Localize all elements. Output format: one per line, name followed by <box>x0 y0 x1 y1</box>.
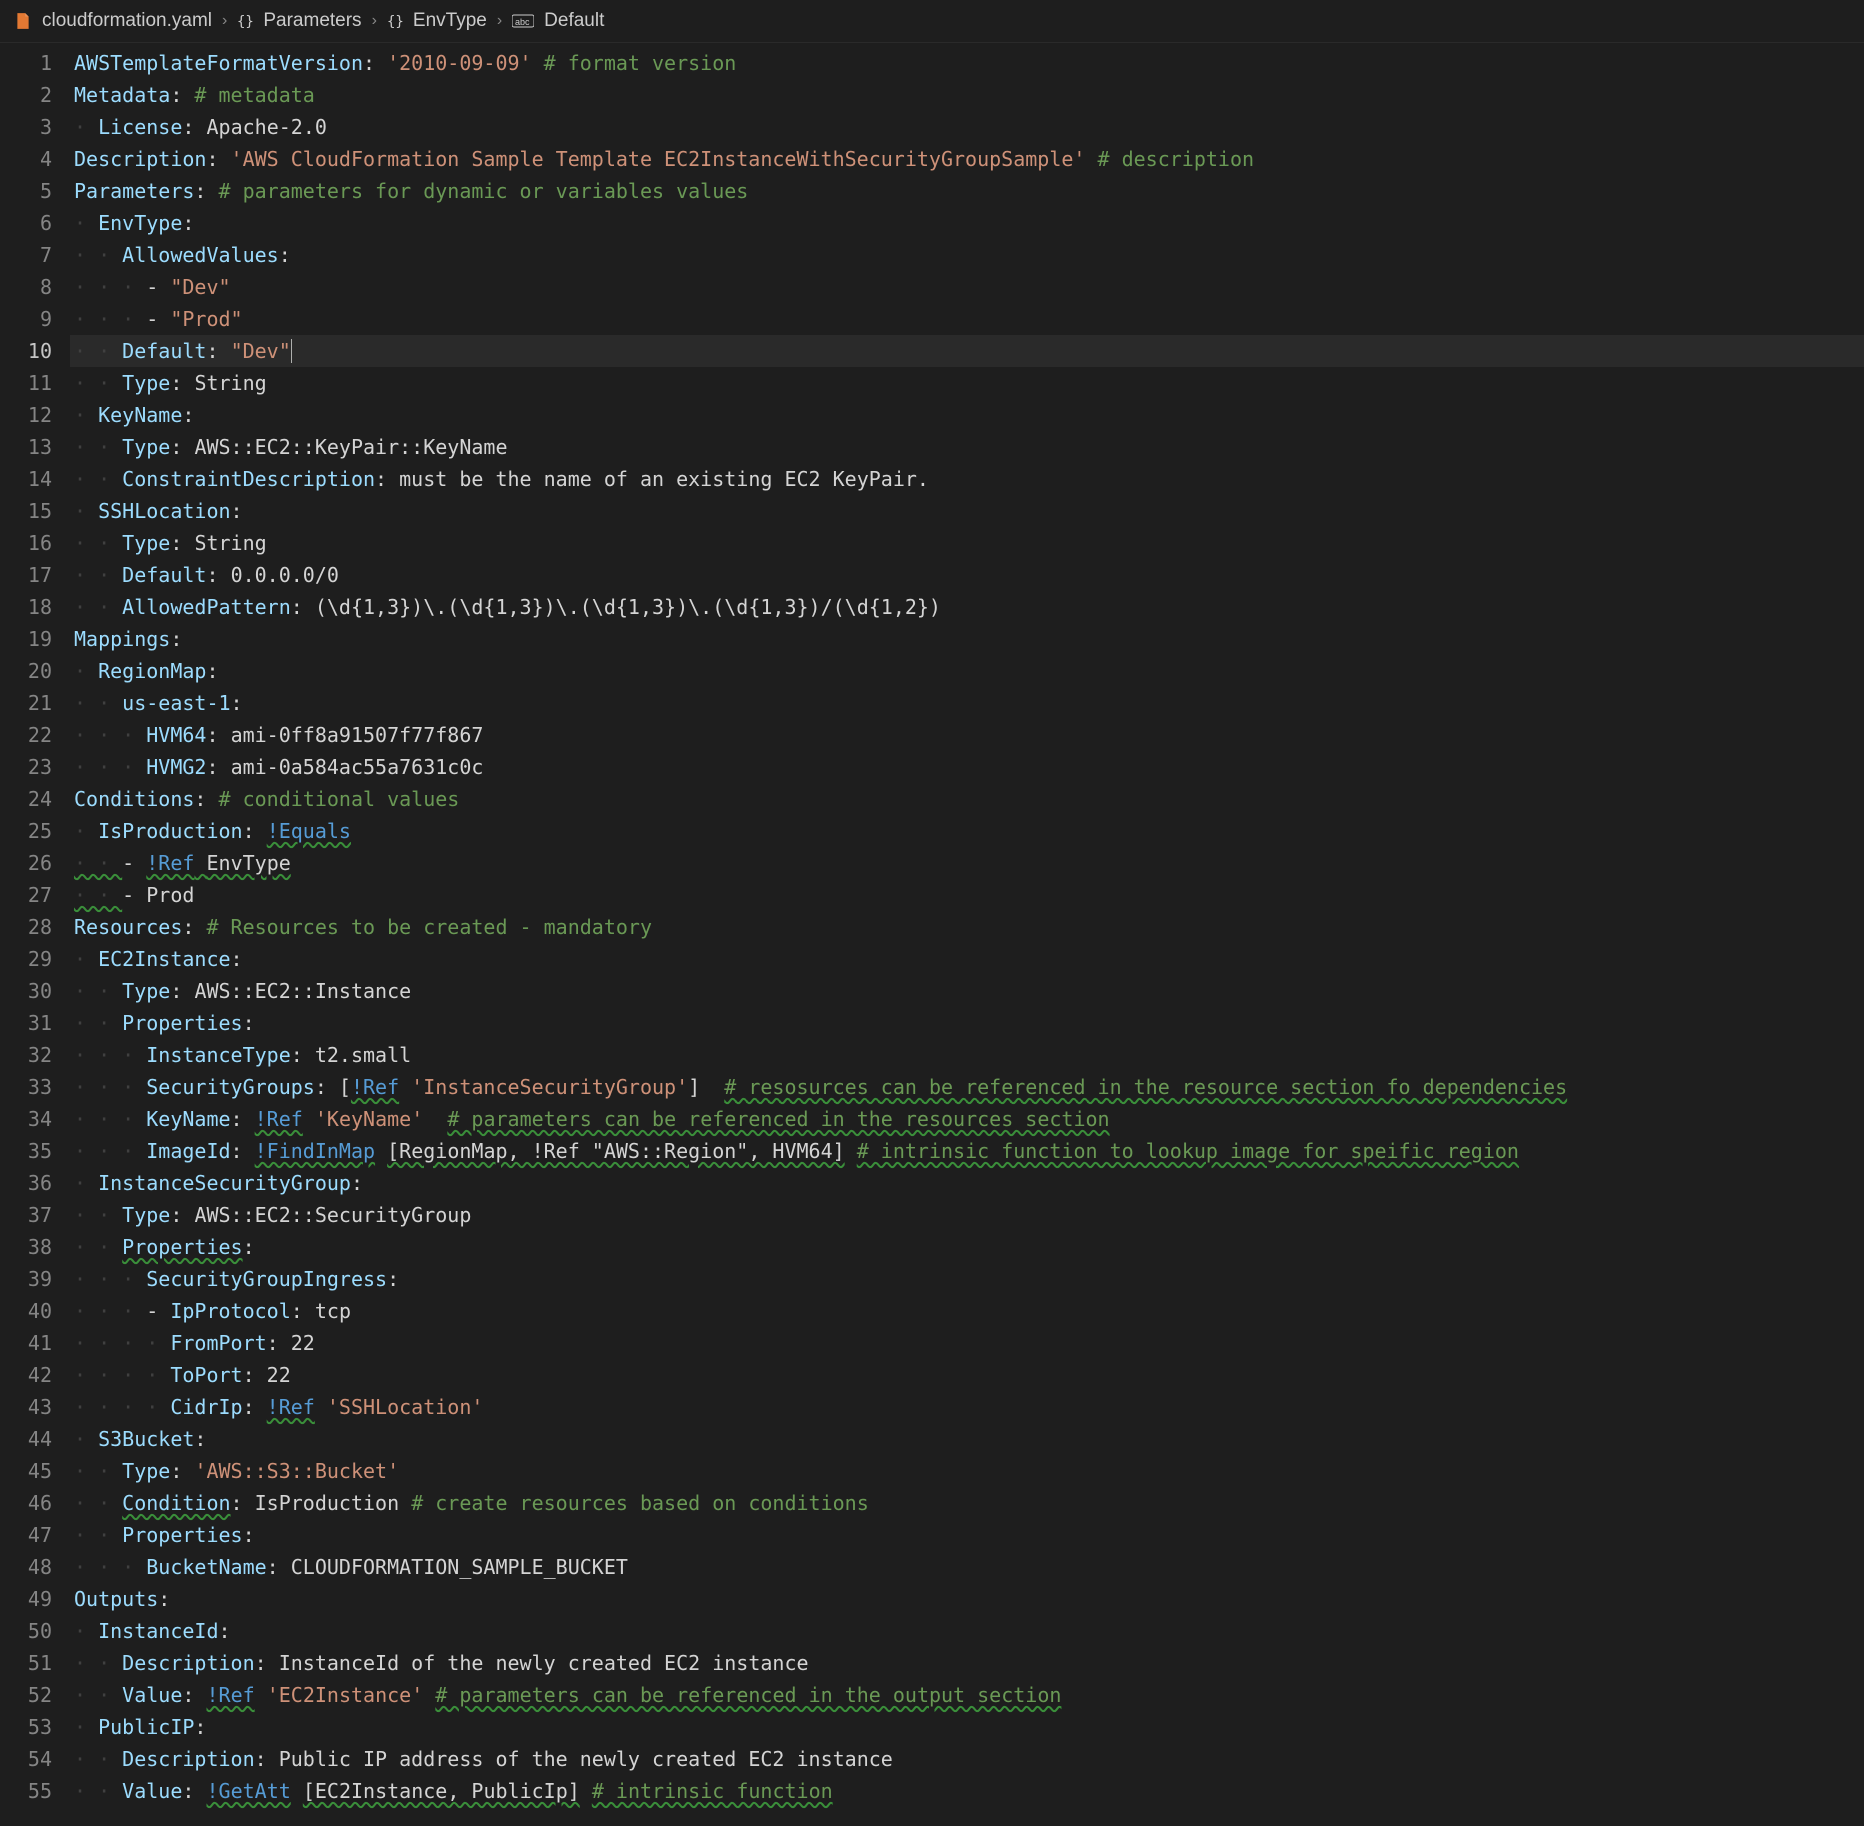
code-line: · · · ImageId: !FindInMap [RegionMap, !R… <box>70 1135 1864 1167</box>
svg-text:abc: abc <box>515 17 530 27</box>
code-line: · · Description: Public IP address of th… <box>70 1743 1864 1775</box>
breadcrumb: cloudformation.yaml › {} Parameters › {}… <box>0 0 1864 43</box>
code-line: · · Type: AWS::EC2::SecurityGroup <box>70 1199 1864 1231</box>
code-line: · · · - IpProtocol: tcp <box>70 1295 1864 1327</box>
code-line: Mappings: <box>70 623 1864 655</box>
code-line: · · · - "Dev" <box>70 271 1864 303</box>
code-line: · PublicIP: <box>70 1711 1864 1743</box>
code-line: · · Type: 'AWS::S3::Bucket' <box>70 1455 1864 1487</box>
code-line: · · · - "Prod" <box>70 303 1864 335</box>
code-line: Metadata: # metadata <box>70 79 1864 111</box>
code-line: · · · · CidrIp: !Ref 'SSHLocation' <box>70 1391 1864 1423</box>
code-line: · · Properties: <box>70 1007 1864 1039</box>
code-line: · · ConstraintDescription: must be the n… <box>70 463 1864 495</box>
code-line: Outputs: <box>70 1583 1864 1615</box>
code-line: · · Properties: <box>70 1231 1864 1263</box>
code-line: · · - !Ref EnvType <box>70 847 1864 879</box>
code-line: · · Type: String <box>70 527 1864 559</box>
braces-icon: {} <box>237 13 253 29</box>
code-line: · · Description: InstanceId of the newly… <box>70 1647 1864 1679</box>
code-line: · EnvType: <box>70 207 1864 239</box>
code-line: · · Type: String <box>70 367 1864 399</box>
code-line: · · · BucketName: CLOUDFORMATION_SAMPLE_… <box>70 1551 1864 1583</box>
code-line: · · · HVM64: ami-0ff8a91507f77f867 <box>70 719 1864 751</box>
code-line: · · AllowedValues: <box>70 239 1864 271</box>
code-line: · · Properties: <box>70 1519 1864 1551</box>
breadcrumb-file[interactable]: cloudformation.yaml <box>42 6 212 36</box>
code-line: · KeyName: <box>70 399 1864 431</box>
code-line: · · · SecurityGroupIngress: <box>70 1263 1864 1295</box>
breadcrumb-envtype[interactable]: EnvType <box>413 6 487 36</box>
code-line: · · · HVMG2: ami-0a584ac55a7631c0c <box>70 751 1864 783</box>
braces-icon: {} <box>387 13 403 29</box>
breadcrumb-default[interactable]: Default <box>544 6 604 36</box>
code-line: · · Type: AWS::EC2::KeyPair::KeyName <box>70 431 1864 463</box>
chevron-right-icon: › <box>222 8 227 34</box>
code-line: · · Default: 0.0.0.0/0 <box>70 559 1864 591</box>
code-line: · · Type: AWS::EC2::Instance <box>70 975 1864 1007</box>
code-line: · IsProduction: !Equals <box>70 815 1864 847</box>
code-line: Parameters: # parameters for dynamic or … <box>70 175 1864 207</box>
abc-icon: abc <box>512 13 534 29</box>
code-line: Resources: # Resources to be created - m… <box>70 911 1864 943</box>
code-line: · SSHLocation: <box>70 495 1864 527</box>
code-line: · License: Apache-2.0 <box>70 111 1864 143</box>
code-line: · · Value: !Ref 'EC2Instance' # paramete… <box>70 1679 1864 1711</box>
code-line-active: · · Default: "Dev" <box>70 335 1864 367</box>
file-icon <box>14 12 32 30</box>
code-line: AWSTemplateFormatVersion: '2010-09-09' #… <box>70 47 1864 79</box>
code-line: · · AllowedPattern: (\d{1,3})\.(\d{1,3})… <box>70 591 1864 623</box>
code-line: · · Condition: IsProduction # create res… <box>70 1487 1864 1519</box>
code-line: · · · KeyName: !Ref 'KeyName' # paramete… <box>70 1103 1864 1135</box>
chevron-right-icon: › <box>497 8 502 34</box>
code-line: · · · · FromPort: 22 <box>70 1327 1864 1359</box>
code-line: · InstanceSecurityGroup: <box>70 1167 1864 1199</box>
svg-text:{}: {} <box>237 14 253 29</box>
code-line: · · us-east-1: <box>70 687 1864 719</box>
code-line: · S3Bucket: <box>70 1423 1864 1455</box>
breadcrumb-parameters[interactable]: Parameters <box>263 6 361 36</box>
code-line: · EC2Instance: <box>70 943 1864 975</box>
code-line: Conditions: # conditional values <box>70 783 1864 815</box>
code-line: · · Value: !GetAtt [EC2Instance, PublicI… <box>70 1775 1864 1807</box>
code-editor[interactable]: 123456789 10 11121314151617181920 212223… <box>0 43 1864 1811</box>
code-content[interactable]: AWSTemplateFormatVersion: '2010-09-09' #… <box>70 43 1864 1811</box>
code-line: · RegionMap: <box>70 655 1864 687</box>
code-line: · · - Prod <box>70 879 1864 911</box>
code-line: Description: 'AWS CloudFormation Sample … <box>70 143 1864 175</box>
code-line: · · · SecurityGroups: [!Ref 'InstanceSec… <box>70 1071 1864 1103</box>
chevron-right-icon: › <box>372 8 377 34</box>
svg-text:{}: {} <box>387 14 403 29</box>
code-line: · · · · ToPort: 22 <box>70 1359 1864 1391</box>
code-line: · · · InstanceType: t2.small <box>70 1039 1864 1071</box>
text-cursor <box>291 339 293 363</box>
code-line: · InstanceId: <box>70 1615 1864 1647</box>
line-number-gutter: 123456789 10 11121314151617181920 212223… <box>0 43 70 1811</box>
